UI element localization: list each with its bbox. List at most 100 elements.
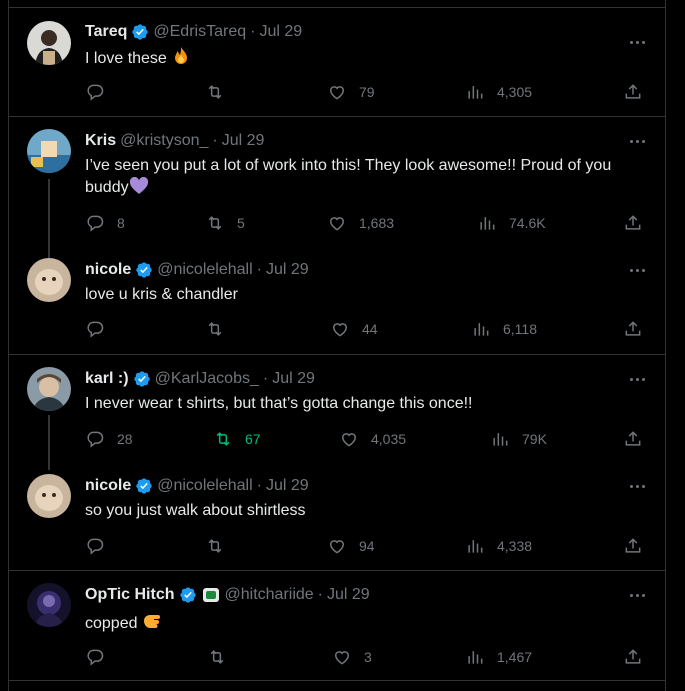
tweet[interactable]: nicole @nicolelehall · Jul 29 so you jus… [9,463,665,571]
avatar[interactable] [27,21,71,65]
tweet-header: Tareq @EdrisTareq · Jul 29 [85,22,302,42]
tweet-text: I’ve seen you put a lot of work into thi… [85,155,645,202]
retweet-button[interactable]: 5 [205,213,245,233]
timestamp[interactable]: Jul 29 [266,261,309,279]
tweet-actions: 28 67 4,035 79K [85,429,643,449]
more-icon[interactable] [627,369,647,389]
retweet-icon [208,85,222,99]
display-name[interactable]: nicole [85,261,131,279]
reply-icon [87,321,104,338]
views-icon [474,323,489,336]
tweet-text-content: I love these [85,50,167,67]
like-button[interactable]: 4,035 [339,429,406,449]
tweet-actions: 44 6,118 [85,319,643,339]
tweet-text-content: copped [85,615,138,632]
display-name[interactable]: Kris [85,132,116,150]
retweet-count: 5 [237,215,245,231]
like-count: 3 [364,649,372,665]
reply-button[interactable] [85,319,117,339]
more-icon[interactable] [627,260,647,280]
like-button[interactable]: 79 [327,82,375,102]
reply-button[interactable] [85,647,117,667]
retweet-button[interactable] [207,647,239,667]
retweet-icon [216,432,230,446]
timestamp[interactable]: Jul 29 [266,477,309,495]
share-button[interactable] [623,429,643,449]
share-button[interactable] [623,647,643,667]
like-count: 4,035 [371,431,407,447]
timestamp[interactable]: Jul 29 [259,23,302,41]
tweet[interactable]: nicole @nicolelehall · Jul 29 love u kri… [9,247,665,355]
heart-icon [329,217,345,231]
display-name[interactable]: karl :) [85,370,129,388]
handle[interactable]: @KarlJacobs_ [155,370,259,388]
tweet[interactable]: Kris @kristyson_ · Jul 29 I’ve seen you … [9,117,665,263]
tweet-actions: 8 5 1,683 74.6K [85,213,643,233]
retweet-button[interactable] [205,536,237,556]
like-count: 1,683 [359,215,395,231]
share-button[interactable] [623,319,643,339]
avatar[interactable] [27,129,71,173]
like-button[interactable]: 44 [330,319,378,339]
more-icon[interactable] [627,476,647,496]
tweet[interactable]: Tareq @EdrisTareq · Jul 29 I love these [9,8,665,117]
tweet-actions: 79 4,305 [85,82,643,102]
share-button[interactable] [623,536,643,556]
handle[interactable]: @kristyson_ [120,132,208,150]
views-button[interactable]: 74.6K [477,213,546,233]
views-icon [468,651,483,664]
views-button[interactable]: 6,118 [471,319,537,339]
views-button[interactable]: 4,338 [465,536,532,556]
avatar[interactable] [27,367,71,411]
tweet[interactable]: karl :) @KarlJacobs_ · Jul 29 I never we… [9,355,665,470]
like-button[interactable]: 1,683 [327,213,394,233]
timestamp[interactable]: Jul 29 [222,132,265,150]
tweet-text: so you just walk about shirtless [85,500,645,522]
display-name[interactable]: Tareq [85,23,127,41]
tweet[interactable]: OpTic Hitch @hitchariide · Jul 29 copped [9,571,665,681]
timestamp[interactable]: Jul 29 [327,586,370,604]
like-button[interactable]: 94 [327,536,375,556]
retweet-button[interactable] [205,319,237,339]
more-icon[interactable] [627,131,647,151]
share-button[interactable] [623,213,643,233]
separator-dot: · [262,370,269,387]
handle[interactable]: @EdrisTareq [153,23,246,41]
heart-icon [329,540,345,554]
handle[interactable]: @nicolelehall [157,477,252,495]
share-button[interactable] [623,82,643,102]
views-button[interactable]: 79K [490,429,547,449]
avatar[interactable] [27,583,71,627]
affiliate-badge-icon[interactable] [202,588,219,602]
avatar[interactable] [27,474,71,518]
views-count: 4,338 [497,538,533,554]
reply-button[interactable] [85,536,117,556]
more-icon[interactable] [627,585,647,605]
retweet-button[interactable] [205,82,237,102]
views-count: 1,467 [497,649,533,665]
handle[interactable]: @hitchariide [225,586,314,604]
handle[interactable]: @nicolelehall [157,261,252,279]
views-button[interactable]: 4,305 [465,82,532,102]
views-button[interactable]: 1,467 [465,647,532,667]
views-icon [480,217,495,230]
like-button[interactable]: 3 [332,647,372,667]
fire-emoji-icon [171,46,191,73]
tweet-actions: 94 4,338 [85,536,643,556]
share-icon [625,431,641,446]
share-icon [625,649,641,664]
retweet-count: 67 [245,431,261,447]
reply-button[interactable]: 28 [85,429,133,449]
tweet-header: Kris @kristyson_ · Jul 29 [85,131,264,151]
separator-dot: · [317,586,323,603]
avatar[interactable] [27,258,71,302]
retweet-icon [208,539,222,553]
display-name[interactable]: nicole [85,477,131,495]
retweet-icon [210,650,224,664]
tweet-text-content: so you just walk about shirtless [85,502,306,519]
reply-button[interactable] [85,82,117,102]
display-name[interactable]: OpTic Hitch [85,586,175,604]
reply-button[interactable]: 8 [85,213,125,233]
timestamp[interactable]: Jul 29 [272,370,315,388]
retweet-button[interactable]: 67 [213,429,261,449]
